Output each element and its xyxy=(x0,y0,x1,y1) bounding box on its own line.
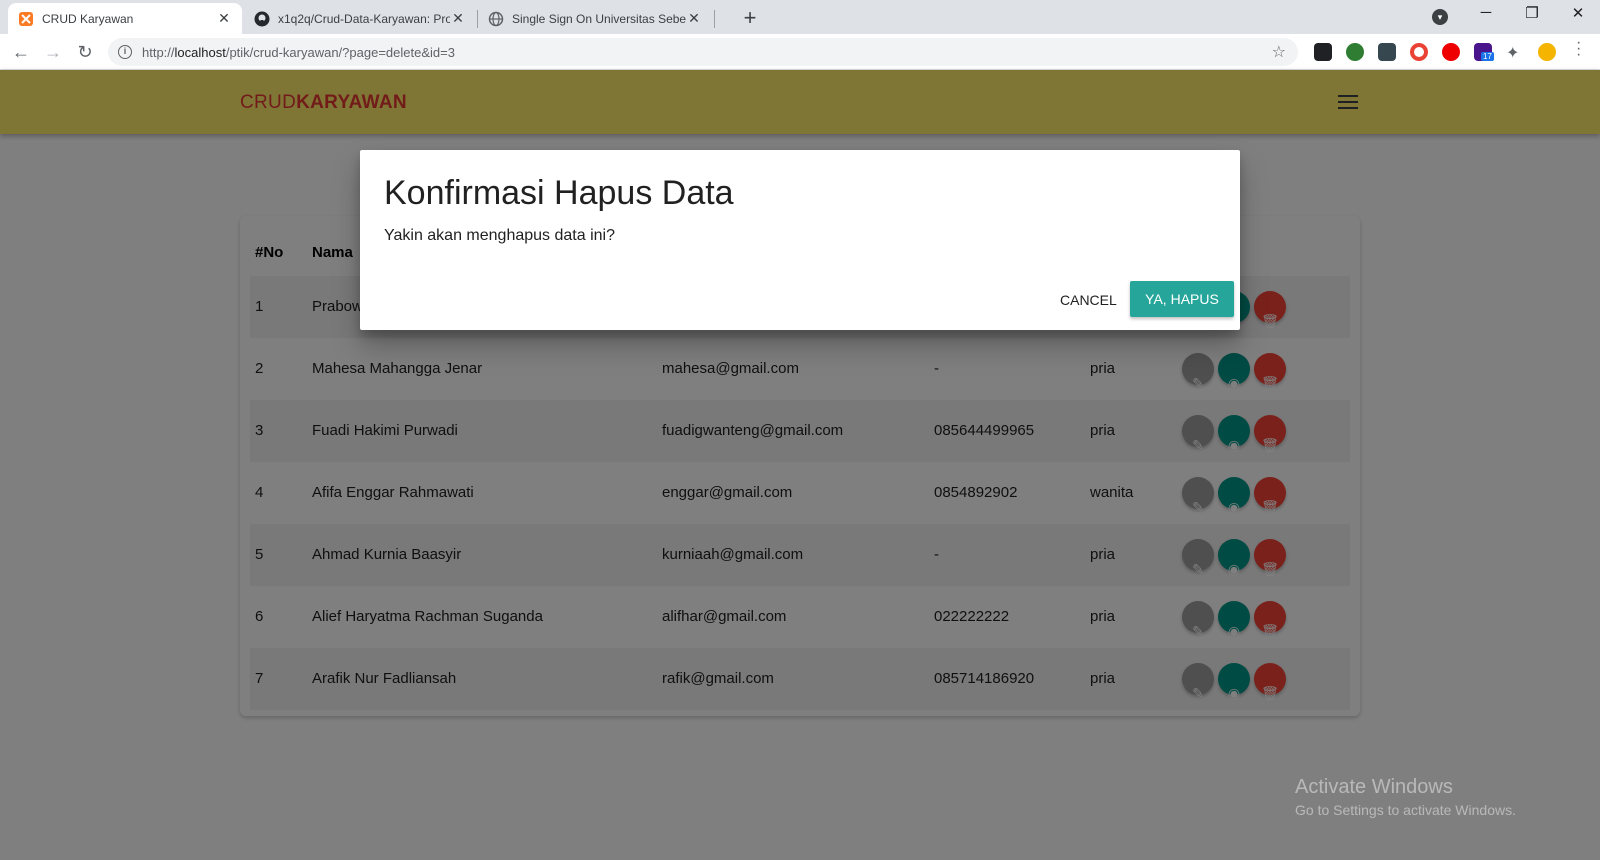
extension-icon[interactable] xyxy=(1410,43,1428,61)
close-window-icon[interactable]: ✕ xyxy=(1566,4,1590,22)
back-icon[interactable]: ← xyxy=(10,41,32,63)
bookmark-star-icon[interactable]: ☆ xyxy=(1272,42,1286,62)
extension-icon[interactable] xyxy=(1378,43,1396,61)
close-tab-icon[interactable]: ✕ xyxy=(450,10,466,27)
globe-icon xyxy=(488,11,504,27)
new-tab-button[interactable]: + xyxy=(738,5,762,31)
reload-icon[interactable]: ↻ xyxy=(74,41,96,63)
delete-confirm-modal: Konfirmasi Hapus Data Yakin akan menghap… xyxy=(360,150,1240,330)
modal-message: Yakin akan menghapus data ini? xyxy=(384,227,615,244)
tab-title: Single Sign On Universitas Sebel xyxy=(512,11,686,26)
restore-icon[interactable]: ❐ xyxy=(1520,4,1544,22)
page-content: CRUDKARYAWAN #No Nama 1 Prabow ✎ ◉ 🗑 2 M… xyxy=(0,70,1600,860)
browser-toolbar: ← → ↻ i http://localhost/ptik/crud-karya… xyxy=(0,34,1600,70)
github-icon xyxy=(254,11,270,27)
modal-title: Konfirmasi Hapus Data xyxy=(384,174,734,212)
tab-crud-karyawan[interactable]: CRUD Karyawan ✕ xyxy=(8,3,242,34)
windows-activation-watermark: Activate Windows Go to Settings to activ… xyxy=(1295,776,1516,818)
address-bar[interactable]: i http://localhost/ptik/crud-karyawan/?p… xyxy=(108,38,1298,66)
url-path: /ptik/crud-karyawan/?page=delete&id=3 xyxy=(225,44,455,60)
xampp-icon xyxy=(18,11,34,27)
tab-github[interactable]: x1q2q/Crud-Data-Karyawan: Pro ✕ xyxy=(244,3,476,34)
watermark-line2: Go to Settings to activate Windows. xyxy=(1295,802,1516,818)
menu-kebab-icon[interactable]: · · · xyxy=(1576,35,1581,63)
extensions-puzzle-icon[interactable]: ✦ xyxy=(1506,43,1524,62)
extension-icon[interactable] xyxy=(1442,43,1460,61)
forward-icon[interactable]: → xyxy=(42,41,64,63)
tab-title: x1q2q/Crud-Data-Karyawan: Pro xyxy=(278,11,450,26)
minimize-icon[interactable]: ─ xyxy=(1474,4,1498,21)
close-tab-icon[interactable]: ✕ xyxy=(216,10,232,27)
url-host: localhost xyxy=(174,44,226,60)
cancel-button[interactable]: CANCEL xyxy=(1052,282,1125,318)
extension-icon[interactable] xyxy=(1314,43,1332,61)
site-info-icon[interactable]: i xyxy=(118,45,132,59)
close-tab-icon[interactable]: ✕ xyxy=(686,10,702,27)
tab-search-icon[interactable]: ▾ xyxy=(1432,9,1448,25)
confirm-delete-button[interactable]: YA, HAPUS xyxy=(1130,281,1234,317)
extension-badge: 17 xyxy=(1481,52,1494,61)
browser-tab-bar: CRUD Karyawan ✕ x1q2q/Crud-Data-Karyawan… xyxy=(0,0,1600,34)
profile-avatar[interactable] xyxy=(1538,43,1556,61)
extension-icon[interactable] xyxy=(1346,43,1364,61)
tab-title: CRUD Karyawan xyxy=(42,11,134,26)
url-scheme: http:// xyxy=(142,44,175,60)
watermark-line1: Activate Windows xyxy=(1295,776,1453,798)
extension-icon[interactable]: 17 xyxy=(1474,43,1494,61)
tab-sso[interactable]: Single Sign On Universitas Sebel ✕ xyxy=(478,3,712,34)
tab-separator xyxy=(714,10,715,28)
